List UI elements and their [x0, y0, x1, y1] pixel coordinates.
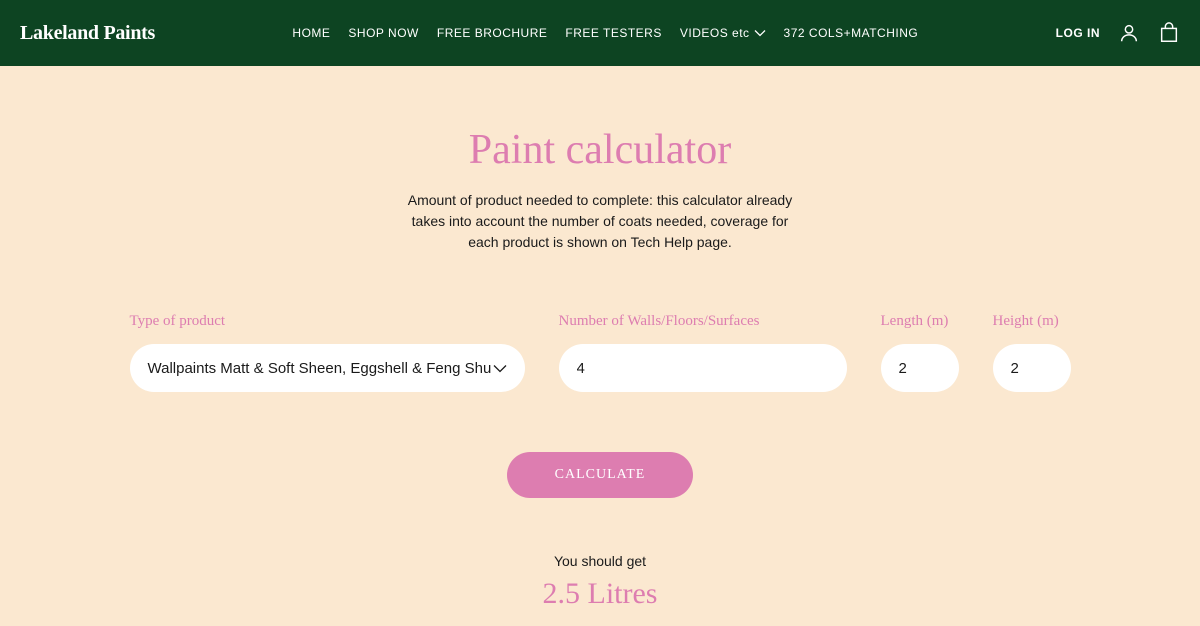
height-label: Height (m) [993, 313, 1071, 330]
nav-videos-label: VIDEOS etc [680, 26, 750, 40]
length-group: Length (m) [881, 313, 959, 392]
surfaces-group: Number of Walls/Floors/Surfaces [559, 313, 847, 392]
chevron-down-icon [754, 26, 766, 40]
product-selected-value: Wallpaints Matt & Soft Sheen, Eggshell &… [148, 360, 492, 377]
page-title: Paint calculator [120, 126, 1080, 174]
length-input-wrap [881, 344, 959, 392]
login-link[interactable]: LOG IN [1056, 26, 1100, 40]
product-select[interactable]: Wallpaints Matt & Soft Sheen, Eggshell &… [130, 344, 525, 392]
nav-shop-now[interactable]: SHOP NOW [348, 26, 418, 40]
result: You should get 2.5 Litres [120, 553, 1080, 611]
height-group: Height (m) [993, 313, 1071, 392]
nav-videos[interactable]: VIDEOS etc [680, 26, 766, 40]
height-input[interactable] [1011, 360, 1053, 377]
result-value: 2.5 Litres [120, 577, 1080, 611]
calculator-form: Type of product Wallpaints Matt & Soft S… [120, 313, 1080, 392]
nav-cols-matching[interactable]: 372 COLS+MATCHING [784, 26, 919, 40]
main-content: Paint calculator Amount of product neede… [0, 66, 1200, 611]
header-right: LOG IN [1056, 22, 1180, 44]
bag-icon[interactable] [1158, 22, 1180, 44]
main-nav: HOME SHOP NOW FREE BROCHURE FREE TESTERS… [155, 26, 1056, 40]
surfaces-input[interactable] [577, 360, 829, 377]
nav-free-testers[interactable]: FREE TESTERS [565, 26, 661, 40]
surfaces-label: Number of Walls/Floors/Surfaces [559, 313, 847, 330]
nav-free-brochure[interactable]: FREE BROCHURE [437, 26, 548, 40]
account-icon[interactable] [1118, 22, 1140, 44]
length-input[interactable] [899, 360, 941, 377]
result-label: You should get [120, 553, 1080, 569]
product-label: Type of product [130, 313, 525, 330]
chevron-down-icon [493, 360, 507, 377]
calculate-button[interactable]: CALCULATE [507, 452, 694, 498]
surfaces-input-wrap [559, 344, 847, 392]
nav-home[interactable]: HOME [292, 26, 330, 40]
length-label: Length (m) [881, 313, 959, 330]
product-group: Type of product Wallpaints Matt & Soft S… [130, 313, 525, 392]
header: Lakeland Paints HOME SHOP NOW FREE BROCH… [0, 0, 1200, 66]
logo[interactable]: Lakeland Paints [20, 22, 155, 45]
height-input-wrap [993, 344, 1071, 392]
page-subtitle: Amount of product needed to complete: th… [400, 190, 800, 253]
